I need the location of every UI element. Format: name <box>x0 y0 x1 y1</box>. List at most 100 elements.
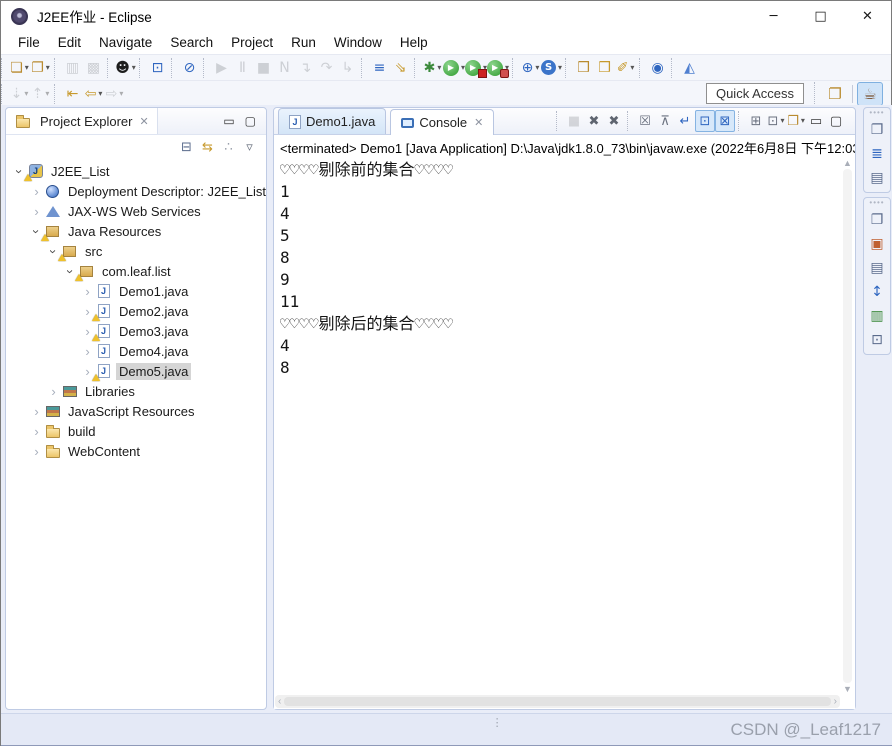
expander-icon[interactable]: › <box>29 444 44 459</box>
run-config-icon[interactable]: ≡ <box>369 57 390 79</box>
menu-project[interactable]: Project <box>222 33 282 52</box>
maximize-button[interactable]: □ <box>797 1 844 31</box>
tree-item[interactable]: › src <box>6 241 266 261</box>
menu-edit[interactable]: Edit <box>49 33 90 52</box>
clear-console-icon[interactable]: ☒ <box>635 110 655 132</box>
console-terminate-icon[interactable]: ■ <box>564 110 584 132</box>
new-wizard-icon[interactable]: ❏ ▾ <box>9 57 30 79</box>
restore-view-icon[interactable]: ❐ <box>867 118 888 142</box>
last-edit-location-icon[interactable]: ⇤ <box>62 83 83 105</box>
tree-item[interactable]: › JAX-WS Web Services <box>6 201 266 221</box>
run-icon[interactable]: ▶ ▾ <box>443 57 465 79</box>
expander-icon[interactable]: › <box>46 384 61 399</box>
console-vertical-scrollbar[interactable]: ▲ ▼ <box>841 157 854 695</box>
tree-item[interactable]: › Libraries <box>6 381 266 401</box>
menu-run[interactable]: Run <box>282 33 325 52</box>
back-icon[interactable]: ⇦ ▾ <box>83 83 104 105</box>
tree-item[interactable]: › J Demo2.java <box>6 301 266 321</box>
tab-demo1-java[interactable]: J Demo1.java <box>278 108 387 134</box>
properties-view-icon[interactable]: ▤ <box>867 256 888 280</box>
coverage-icon[interactable]: ▶ ▾ <box>465 57 487 79</box>
tab-console-close-icon[interactable]: ✕ <box>474 116 483 129</box>
new-web-service-icon[interactable]: ⊕ ▾ <box>520 57 541 79</box>
tree-item[interactable]: › J Demo3.java <box>6 321 266 341</box>
pe-maximize-icon[interactable]: ▢ <box>245 114 256 128</box>
pe-dropdown-icon[interactable]: ▿ <box>239 136 260 158</box>
ws-explorer-icon[interactable]: S ▾ <box>541 57 562 79</box>
statusbar-grip-icon[interactable]: ⋮ <box>492 718 503 729</box>
new-javaee-project-icon[interactable]: ❐ ▾ <box>30 57 51 79</box>
console-maximize-icon[interactable]: ▢ <box>826 110 846 132</box>
step-over-icon[interactable]: ↷ <box>316 57 337 79</box>
task-list-view-icon[interactable]: ▤ <box>867 166 888 190</box>
scroll-left-icon[interactable]: ‹ <box>278 696 281 707</box>
tree-item[interactable]: › J Demo4.java <box>6 341 266 361</box>
web-browser-icon[interactable]: ◉ <box>647 57 668 79</box>
tree-item[interactable]: › Deployment Descriptor: J2EE_List <box>6 181 266 201</box>
import-ear-icon[interactable]: ❒ <box>573 57 594 79</box>
remove-all-launches-icon[interactable]: ✖ <box>604 110 624 132</box>
expander-icon[interactable]: › <box>29 204 44 219</box>
open-console-icon[interactable]: ❐ ▾ <box>786 110 806 132</box>
user-account-icon[interactable]: ☻ ▾ <box>115 57 136 79</box>
resume-icon[interactable]: ▶ <box>211 57 232 79</box>
minimize-button[interactable]: ─ <box>750 1 797 31</box>
debug-icon[interactable]: ✱ ▾ <box>422 57 443 79</box>
menu-help[interactable]: Help <box>391 33 437 52</box>
external-tools-icon[interactable]: ⇘ <box>390 57 411 79</box>
open-folder-icon[interactable]: ❒ <box>594 57 615 79</box>
strip-grip-icon[interactable]: •••• <box>869 109 884 118</box>
outline-view-icon[interactable]: ≣ <box>867 142 888 166</box>
project-explorer-tab[interactable]: Project Explorer ✕ <box>6 108 158 134</box>
terminate-icon[interactable]: ■ <box>253 57 274 79</box>
console-minimize-icon[interactable]: ▭ <box>806 110 826 132</box>
save-all-icon[interactable]: ▩ <box>83 57 104 79</box>
strip-grip-icon[interactable]: •••• <box>869 199 884 208</box>
new-web-service-icon-dropdown[interactable]: ▾ <box>535 63 539 72</box>
tree-item[interactable]: › build <box>6 421 266 441</box>
next-annotation-icon[interactable]: ⇣ ▾ <box>9 83 30 105</box>
open-perspective-icon[interactable]: ❐ <box>822 82 848 106</box>
horizontal-scroll-thumb[interactable] <box>284 697 831 706</box>
prev-annotation-icon[interactable]: ⇡ ▾ <box>30 83 51 105</box>
jaxws-wizard-icon[interactable]: ◭ <box>679 57 700 79</box>
markers-view-icon[interactable]: ▣ <box>867 232 888 256</box>
vertical-scroll-track[interactable] <box>843 169 852 683</box>
data-source-view-icon[interactable]: ▥ <box>867 304 888 328</box>
tree-item[interactable]: › J Demo5.java <box>6 361 266 381</box>
save-icon[interactable]: ▥ <box>62 57 83 79</box>
stderr-toggle-icon[interactable]: ⊠ <box>715 110 735 132</box>
quick-access-box[interactable]: Quick Access <box>705 83 804 104</box>
servers-view-icon[interactable]: ↕ <box>867 280 888 304</box>
open-console-icon-dropdown[interactable]: ▾ <box>801 117 805 125</box>
display-console-icon[interactable]: ⊡ ▾ <box>766 110 786 132</box>
menu-window[interactable]: Window <box>325 33 391 52</box>
expander-icon[interactable]: › <box>29 424 44 439</box>
close-button[interactable]: ✕ <box>844 1 891 31</box>
skip-breakpoints-icon[interactable]: ⊘ <box>179 57 200 79</box>
pe-view-menu-icon[interactable]: ∴ <box>218 136 239 158</box>
forward-icon-dropdown[interactable]: ▾ <box>119 89 123 98</box>
next-annotation-icon-dropdown[interactable]: ▾ <box>24 89 28 98</box>
open-terminal-icon[interactable]: ⊡ <box>147 57 168 79</box>
snippets-view-icon[interactable]: ⊡ <box>867 328 888 352</box>
scroll-up-icon[interactable]: ▲ <box>843 157 852 169</box>
menu-file[interactable]: File <box>9 33 49 52</box>
prev-annotation-icon-dropdown[interactable]: ▾ <box>45 89 49 98</box>
scroll-right-icon[interactable]: › <box>834 696 837 707</box>
disconnect-icon[interactable]: N <box>274 57 295 79</box>
word-wrap-icon[interactable]: ↵ <box>675 110 695 132</box>
expander-icon[interactable]: › <box>29 184 44 199</box>
remove-launch-icon[interactable]: ✖ <box>584 110 604 132</box>
highlighter-icon-dropdown[interactable]: ▾ <box>630 63 634 72</box>
menu-navigate[interactable]: Navigate <box>90 33 161 52</box>
new-javaee-project-icon-dropdown[interactable]: ▾ <box>46 63 50 72</box>
ws-explorer-icon-dropdown[interactable]: ▾ <box>558 63 562 72</box>
collapse-all-icon[interactable]: ⊟ <box>176 136 197 158</box>
pin-console-icon[interactable]: ⊞ <box>746 110 766 132</box>
profile-icon[interactable]: ▶ ▾ <box>487 57 509 79</box>
highlighter-icon[interactable]: ✐ ▾ <box>615 57 636 79</box>
tree-item[interactable]: › JavaScript Resources <box>6 401 266 421</box>
project-explorer-close-icon[interactable]: ✕ <box>139 115 148 128</box>
menu-search[interactable]: Search <box>161 33 222 52</box>
